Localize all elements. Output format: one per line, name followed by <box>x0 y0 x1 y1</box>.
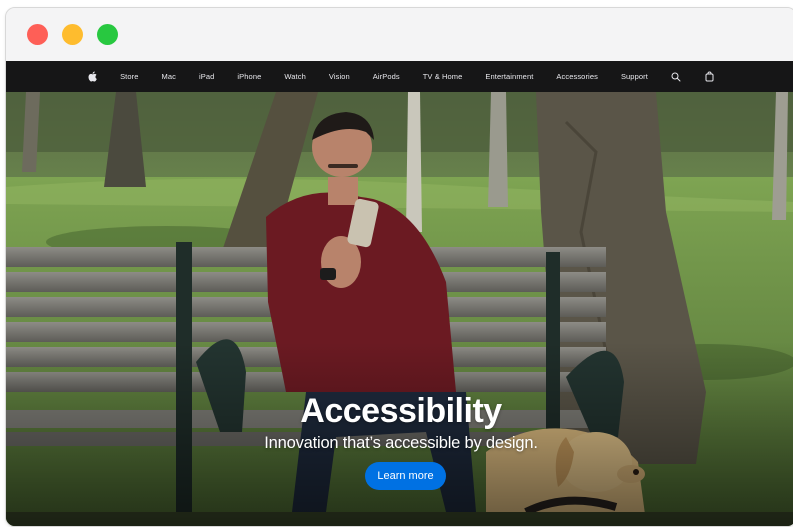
learn-more-button[interactable]: Learn more <box>365 462 446 490</box>
browser-window: Store Mac iPad iPhone Watch Vision AirPo… <box>5 7 793 527</box>
nav-item-mac[interactable]: Mac <box>150 72 187 81</box>
hero-subtitle: Innovation that’s accessible by design. <box>264 434 538 452</box>
search-icon[interactable] <box>659 72 693 82</box>
park-bench-photo <box>6 92 793 526</box>
nav-item-ipad[interactable]: iPad <box>187 72 225 81</box>
window-titlebar <box>6 8 793 61</box>
maximize-window-button[interactable] <box>97 24 118 45</box>
nav-item-tv-home[interactable]: TV & Home <box>411 72 474 81</box>
nav-item-accessories[interactable]: Accessories <box>545 72 610 81</box>
shopping-bag-icon[interactable] <box>693 71 726 82</box>
hero-title: Accessibility <box>300 392 502 430</box>
nav-item-watch[interactable]: Watch <box>273 72 317 81</box>
nav-item-airpods[interactable]: AirPods <box>361 72 411 81</box>
nav-item-store[interactable]: Store <box>109 72 150 81</box>
nav-item-support[interactable]: Support <box>609 72 659 81</box>
close-window-button[interactable] <box>27 24 48 45</box>
nav-item-vision[interactable]: Vision <box>317 72 361 81</box>
minimize-window-button[interactable] <box>62 24 83 45</box>
nav-item-entertainment[interactable]: Entertainment <box>474 72 545 81</box>
apple-logo-icon[interactable] <box>76 71 109 82</box>
hero-banner: Accessibility Innovation that’s accessib… <box>6 92 793 526</box>
nav-item-iphone[interactable]: iPhone <box>226 72 273 81</box>
global-nav: Store Mac iPad iPhone Watch Vision AirPo… <box>6 61 793 92</box>
